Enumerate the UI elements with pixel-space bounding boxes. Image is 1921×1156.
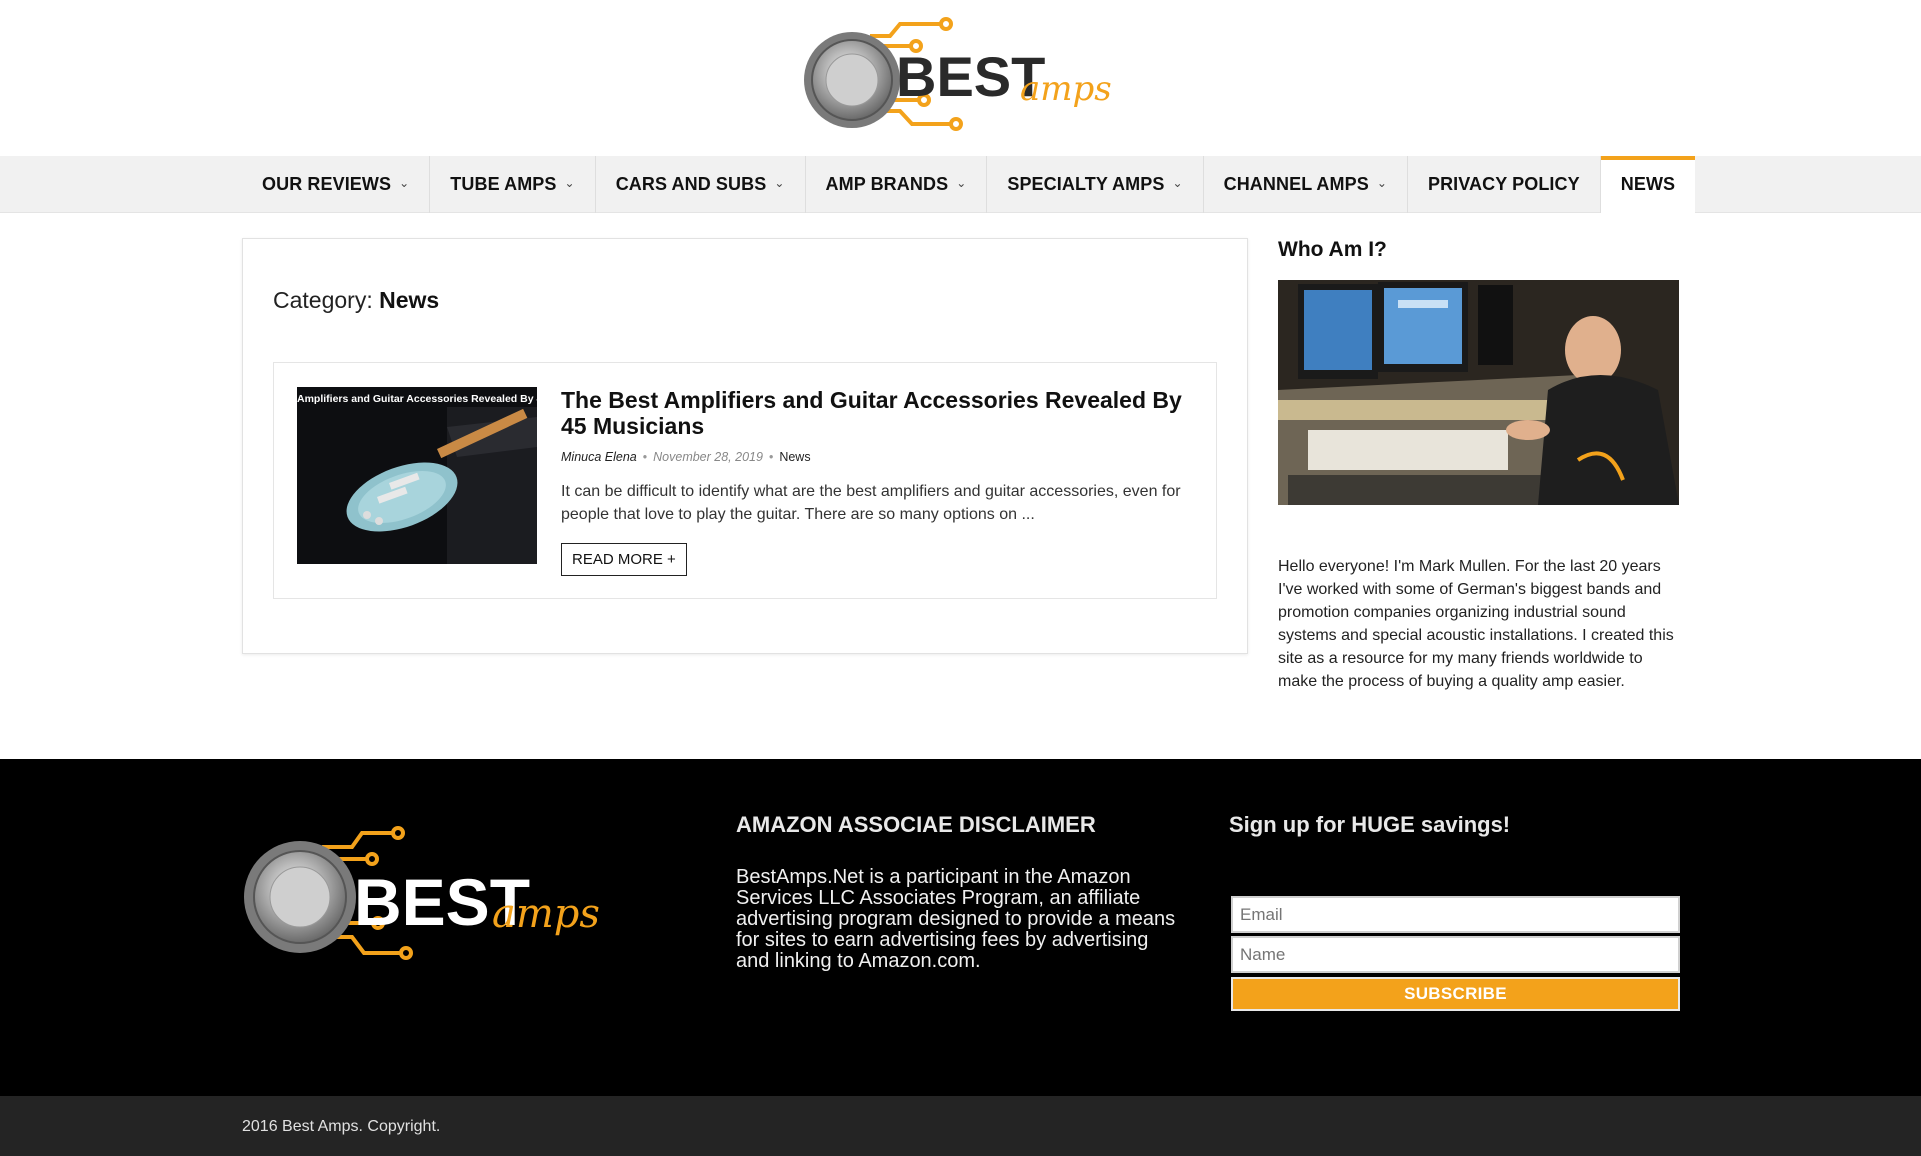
disclaimer-text: BestAmps.Net is a participant in the Ama… xyxy=(736,866,1176,972)
author-bio: Hello everyone! I'm Mark Mullen. For the… xyxy=(1278,558,1674,690)
signup-heading: Sign up for HUGE savings! xyxy=(1229,812,1511,837)
site-footer: BEST amps AMAZON ASSOCIAE DISCLAIMER Bes… xyxy=(0,759,1921,1096)
footer-logo-script: amps xyxy=(492,891,600,937)
nav-item-news[interactable]: NEWS xyxy=(1600,156,1696,213)
footer-logo[interactable]: BEST amps xyxy=(242,825,602,970)
nav-item-label: NEWS xyxy=(1620,174,1676,194)
footer-bottom-bar: 2016 Best Amps. Copyright. xyxy=(0,1096,1921,1156)
nav-menu: OUR REVIEWS ⌄ TUBE AMPS ⌄ CARS AND SUBS ⌄ AMP … xyxy=(242,156,1696,213)
chevron-down-icon: ⌄ xyxy=(1172,175,1183,190)
category-name: News xyxy=(379,287,440,313)
nav-item-label: OUR REVIEWS xyxy=(262,174,392,194)
sidebar-widget-title: Who Am I? xyxy=(1278,238,1387,261)
site-header: BEST amps xyxy=(0,0,1921,156)
nav-item-privacy-policy[interactable]: PRIVACY POLICY xyxy=(1408,156,1601,213)
post-excerpt: It can be difficult to identify what are… xyxy=(561,483,1181,523)
nav-item-amp-brands[interactable]: AMP BRANDS ⌄ xyxy=(806,156,988,213)
content-area: Category: News Amplifiers and Guitar Acc… xyxy=(242,238,1248,654)
email-field[interactable] xyxy=(1231,896,1680,933)
chevron-down-icon: ⌄ xyxy=(956,175,967,190)
post-thumbnail[interactable]: Amplifiers and Guitar Accessories Reveal… xyxy=(297,387,537,564)
nav-item-label: PRIVACY POLICY xyxy=(1427,174,1580,194)
chevron-down-icon: ⌄ xyxy=(399,175,410,190)
meta-separator: • xyxy=(768,450,774,464)
nav-item-specialty-amps[interactable]: SPECIALTY AMPS ⌄ xyxy=(987,156,1204,213)
subscribe-button[interactable]: SUBSCRIBE xyxy=(1231,977,1680,1011)
nav-item-tube-amps[interactable]: TUBE AMPS ⌄ xyxy=(430,156,596,213)
nav-item-label: CARS AND SUBS xyxy=(615,174,767,194)
post-title-link[interactable]: The Best Amplifiers and Guitar Accessori… xyxy=(561,387,1191,439)
meta-separator: • xyxy=(642,450,648,464)
post-date: November 28, 2019 xyxy=(653,450,763,464)
category-title: Category: News xyxy=(273,287,439,314)
main-navigation: OUR REVIEWS ⌄ TUBE AMPS ⌄ CARS AND SUBS ⌄ AMP … xyxy=(0,156,1921,213)
chevron-down-icon: ⌄ xyxy=(1376,175,1387,190)
nav-item-channel-amps[interactable]: CHANNEL AMPS ⌄ xyxy=(1204,156,1408,213)
copyright-text: 2016 Best Amps. Copyright. xyxy=(242,1118,441,1135)
chevron-down-icon: ⌄ xyxy=(774,175,785,190)
nav-item-our-reviews[interactable]: OUR REVIEWS ⌄ xyxy=(242,156,431,213)
nav-item-cars-and-subs[interactable]: CARS AND SUBS ⌄ xyxy=(596,156,806,213)
nav-item-label: CHANNEL AMPS xyxy=(1223,174,1369,194)
nav-item-label: TUBE AMPS xyxy=(450,174,557,194)
post-meta: Minuca Elena • November 28, 2019 • News xyxy=(561,450,811,464)
logo-script: amps xyxy=(1020,69,1112,109)
author-photo xyxy=(1278,280,1679,505)
name-field[interactable] xyxy=(1231,936,1680,973)
chevron-down-icon: ⌄ xyxy=(564,175,575,190)
post-author[interactable]: Minuca Elena xyxy=(561,450,637,464)
site-logo[interactable]: BEST amps xyxy=(800,16,1120,138)
nav-item-label: SPECIALTY AMPS xyxy=(1007,174,1165,194)
post-category-link[interactable]: News xyxy=(779,450,810,464)
disclaimer-heading: AMAZON ASSOCIAE DISCLAIMER xyxy=(736,812,1096,837)
guitar-image xyxy=(297,387,537,564)
thumbnail-caption: Amplifiers and Guitar Accessories Reveal… xyxy=(297,393,537,405)
category-prefix: Category: xyxy=(273,287,380,313)
post-card: Amplifiers and Guitar Accessories Reveal… xyxy=(273,362,1217,599)
nav-item-label: AMP BRANDS xyxy=(825,174,949,194)
read-more-button[interactable]: READ MORE + xyxy=(561,543,687,576)
